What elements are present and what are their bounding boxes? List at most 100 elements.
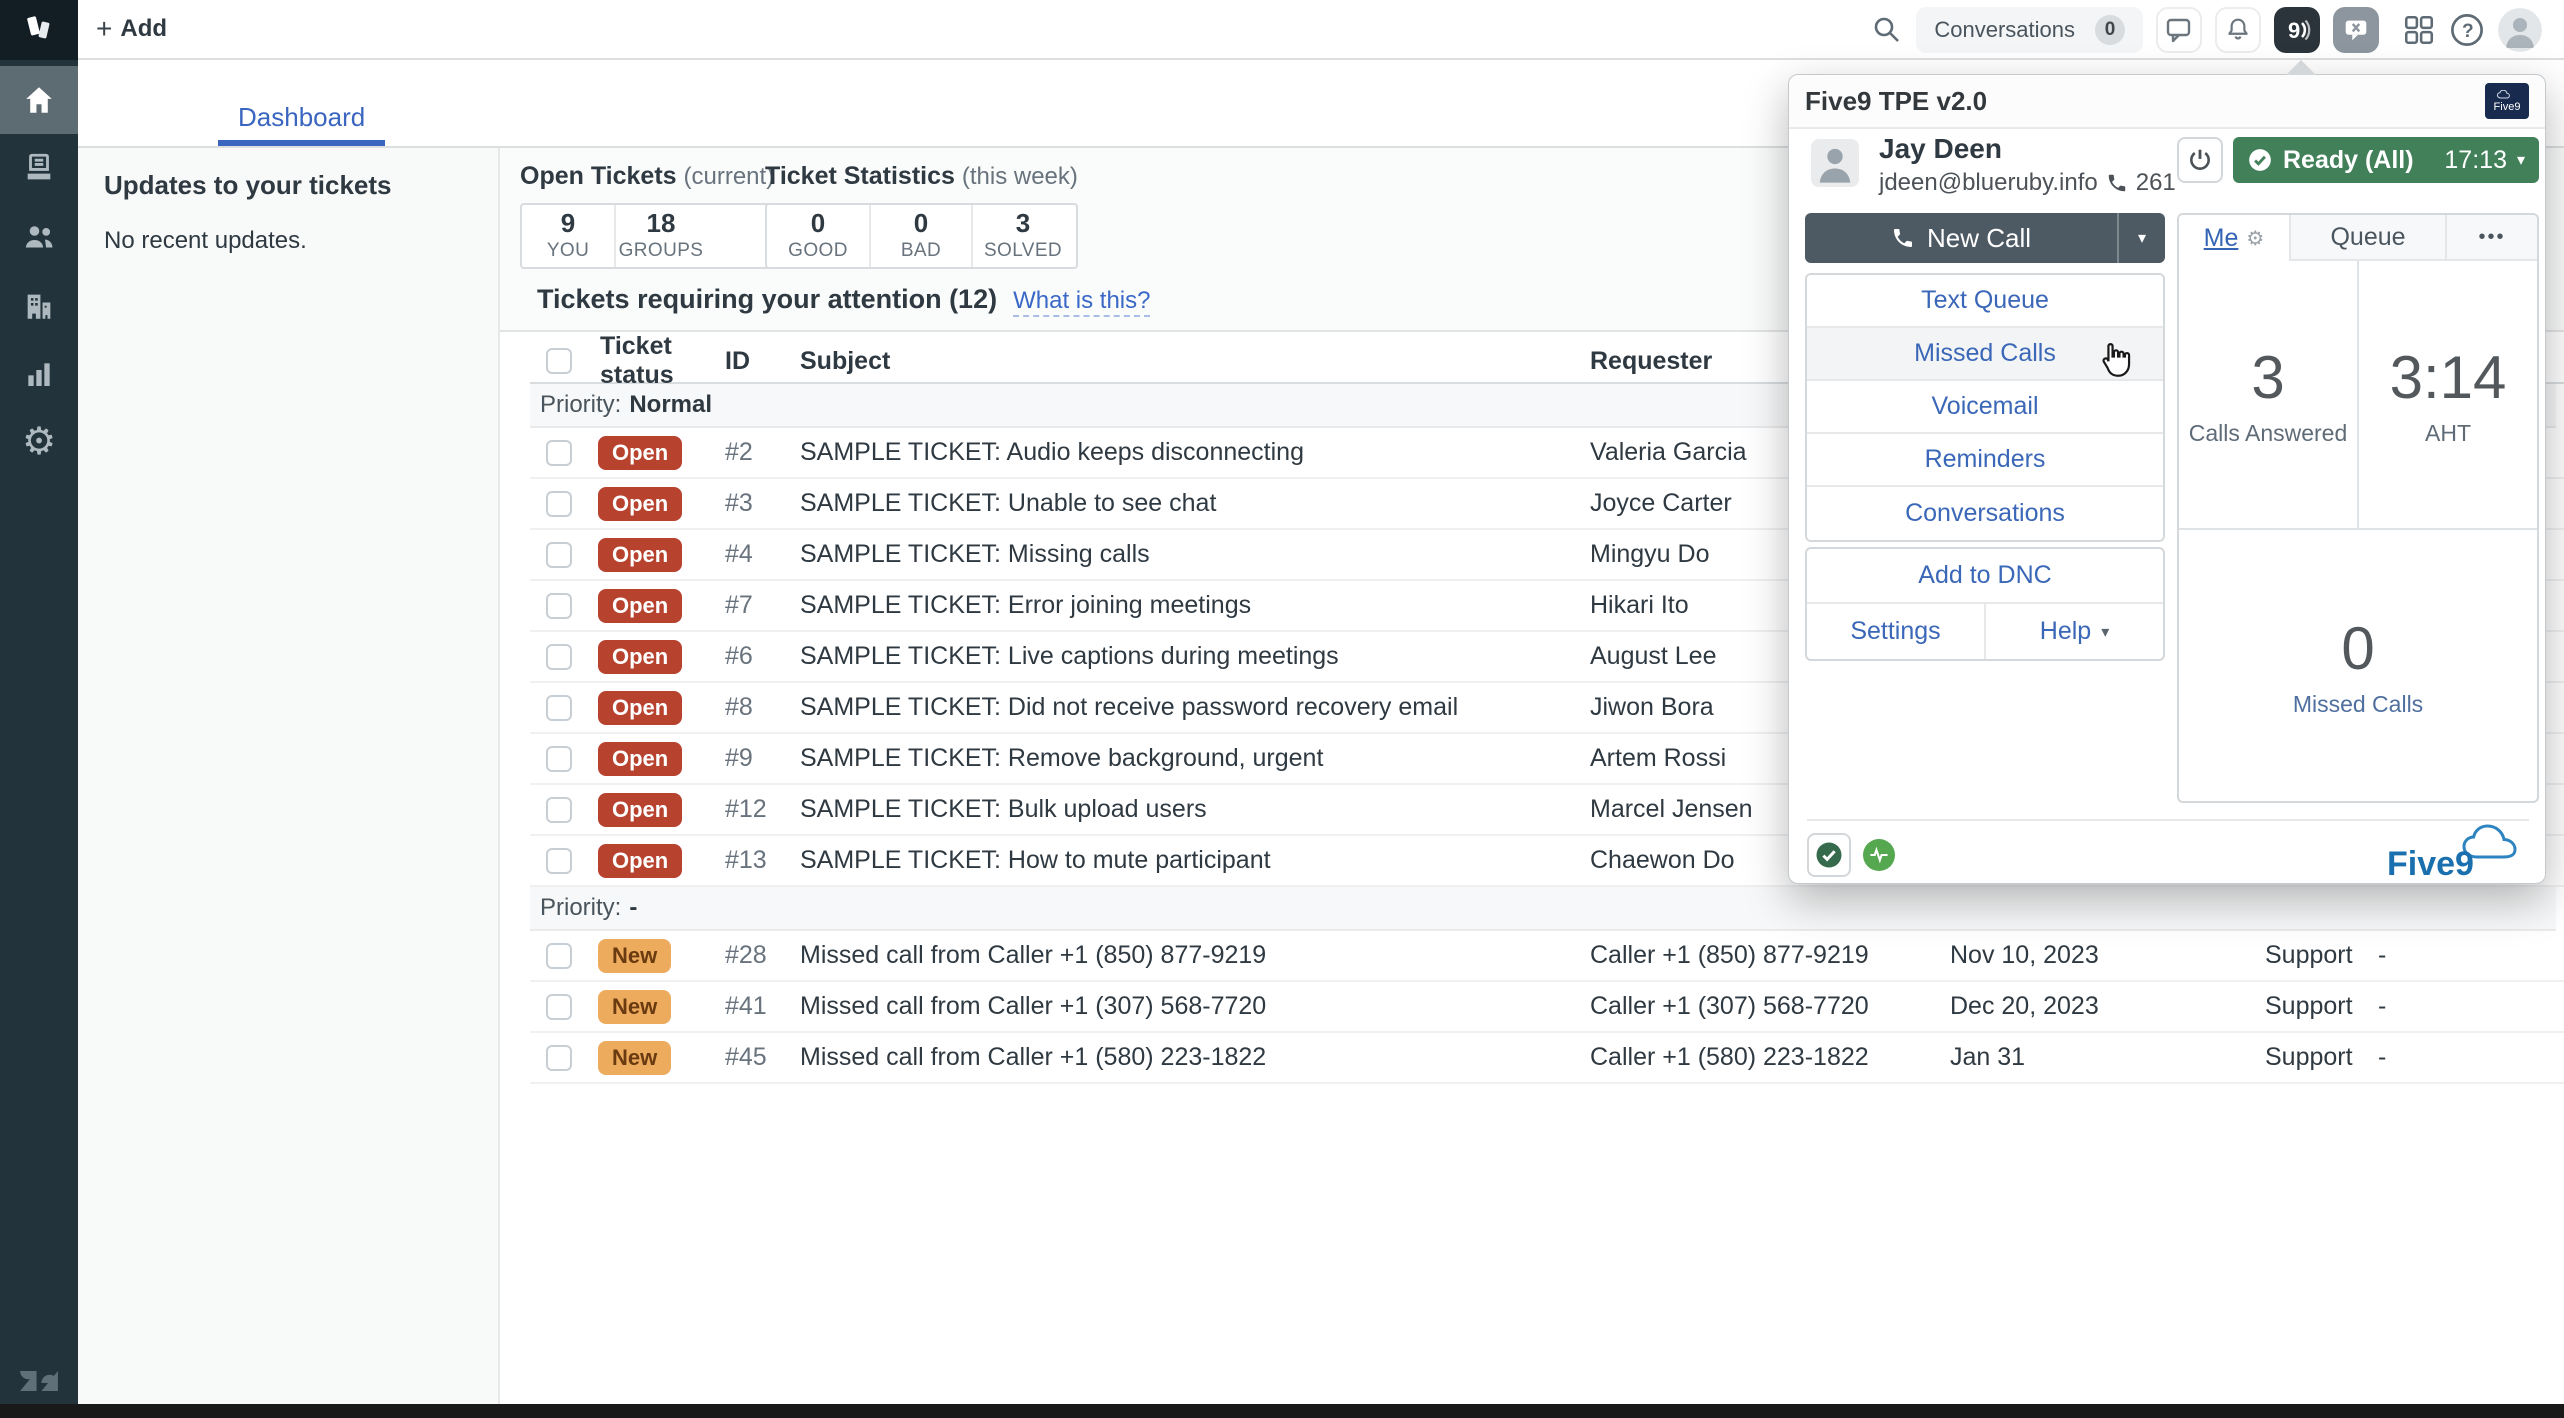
col-id[interactable]: ID [725, 347, 800, 376]
sidebar-item-admin[interactable]: ⚙ [0, 408, 78, 476]
add-button[interactable]: + Add [96, 13, 167, 45]
agent-email: jdeen@blueruby.info [1879, 169, 2098, 196]
chat-button[interactable] [2156, 7, 2202, 53]
five9-panel-title: Five9 TPE v2.0 [1805, 85, 1988, 116]
ticket-id: #12 [725, 795, 767, 823]
sidebar-item-home[interactable] [0, 66, 78, 134]
menu-item-conversations[interactable]: Conversations [1807, 487, 2163, 540]
stat-value: 9 [560, 207, 576, 238]
row-checkbox[interactable] [546, 439, 572, 466]
logout-power-button[interactable] [2177, 137, 2223, 183]
ticket-subject[interactable]: SAMPLE TICKET: Unable to see chat [800, 489, 1590, 518]
caret-down-icon: ▾ [2516, 152, 2525, 169]
new-call-dropdown-toggle[interactable]: ▾ [2117, 213, 2165, 263]
tab-me-label: Me [2203, 223, 2239, 252]
five9-icon: 9 [2288, 18, 2311, 43]
customers-icon [25, 226, 53, 248]
row-checkbox[interactable] [546, 942, 572, 969]
ticket-requester: Caller +1 (307) 568-7720 [1590, 992, 1869, 1020]
ticket-subject[interactable]: SAMPLE TICKET: Missing calls [800, 540, 1590, 569]
stat-cell-solved[interactable]: 3 SOLVED [971, 205, 1073, 267]
select-all-checkbox[interactable] [546, 348, 572, 374]
notifications-button[interactable] [2215, 7, 2261, 53]
five9-app-button[interactable]: 9 [2274, 7, 2320, 53]
svg-text:9: 9 [2288, 18, 2300, 43]
gear-icon[interactable]: ⚙ [2246, 226, 2264, 251]
help-button[interactable]: Help ▾ [1984, 604, 2163, 659]
messaging-unavailable-button[interactable] [2333, 7, 2379, 53]
row-checkbox[interactable] [546, 541, 572, 568]
tab-more[interactable]: ••• [2445, 215, 2537, 261]
table-row[interactable]: New #45 Missed call from Caller +1 (580)… [530, 1033, 2564, 1084]
user-avatar[interactable] [2498, 8, 2542, 52]
status-badge: Open [598, 537, 683, 572]
row-checkbox[interactable] [546, 993, 572, 1020]
ticket-requester: Caller +1 (850) 877-9219 [1590, 941, 1869, 969]
stat-cell-good[interactable]: 0 GOOD [767, 205, 869, 267]
row-checkbox[interactable] [546, 694, 572, 721]
views-icon [27, 153, 51, 180]
stat-label: BAD [900, 240, 942, 262]
ticket-subject[interactable]: SAMPLE TICKET: Did not receive password … [800, 693, 1590, 722]
conversations-pill[interactable]: Conversations 0 [1916, 7, 2143, 53]
connection-status-button[interactable] [1807, 833, 1851, 877]
row-checkbox[interactable] [546, 847, 572, 874]
menu-item-voicemail[interactable]: Voicemail [1807, 381, 2163, 434]
ticket-subject[interactable]: Missed call from Caller +1 (850) 877-921… [800, 941, 1590, 970]
row-checkbox[interactable] [546, 592, 572, 619]
agent-status-button[interactable]: Ready (All) 17:13 ▾ [2233, 137, 2539, 183]
ticket-subject[interactable]: SAMPLE TICKET: Live captions during meet… [800, 642, 1590, 671]
bell-icon [2228, 18, 2248, 40]
chat-x-icon [2345, 20, 2367, 41]
zendesk-product-logo-icon[interactable] [0, 0, 78, 60]
sidebar-item-reporting[interactable] [0, 340, 78, 408]
table-row[interactable]: New #41 Missed call from Caller +1 (307)… [530, 982, 2564, 1033]
ticket-group: Support [2265, 992, 2353, 1020]
tab-queue[interactable]: Queue [2289, 215, 2445, 261]
row-checkbox[interactable] [546, 745, 572, 772]
ticket-group: Support [2265, 1043, 2353, 1071]
ticket-subject[interactable]: SAMPLE TICKET: Remove background, urgent [800, 744, 1590, 773]
ticket-subject[interactable]: SAMPLE TICKET: Audio keeps disconnecting [800, 438, 1590, 467]
row-checkbox[interactable] [546, 796, 572, 823]
new-call-button[interactable]: New Call ▾ [1805, 213, 2165, 263]
add-to-dnc-button[interactable]: Add to DNC [1807, 549, 2163, 604]
ticket-subject[interactable]: Missed call from Caller +1 (307) 568-772… [800, 992, 1590, 1021]
updates-title: Updates to your tickets [104, 170, 392, 200]
ticket-subject[interactable]: SAMPLE TICKET: Bulk upload users [800, 795, 1590, 824]
ticket-requested: Jan 31 [1950, 1043, 2026, 1071]
tab-me[interactable]: Me ⚙ [2179, 215, 2289, 261]
help-icon[interactable]: ? [2449, 12, 2485, 48]
menu-item-missed-calls[interactable]: Missed Calls [1807, 328, 2163, 381]
table-row[interactable]: New #28 Missed call from Caller +1 (850)… [530, 931, 2564, 982]
settings-button[interactable]: Settings [1807, 604, 1984, 659]
stat-cell-bad[interactable]: 0 BAD [869, 205, 971, 267]
priority-value: Normal [629, 391, 713, 418]
product-tray-icon[interactable] [2402, 13, 2436, 47]
stat-cell-you[interactable]: 9 YOU [522, 205, 614, 267]
row-checkbox[interactable] [546, 643, 572, 670]
tab-dashboard[interactable]: Dashboard [218, 94, 386, 146]
stat-label: GOOD [788, 240, 848, 262]
phone-icon [2108, 174, 2125, 192]
health-pulse-icon[interactable] [1863, 839, 1895, 871]
avatar-person-icon [2498, 8, 2542, 52]
what-is-this-link[interactable]: What is this? [1013, 287, 1151, 317]
ticket-subject[interactable]: SAMPLE TICKET: Error joining meetings [800, 591, 1590, 620]
stat-label: SOLVED [983, 240, 1063, 262]
ticket-subject[interactable]: Missed call from Caller +1 (580) 223-182… [800, 1043, 1590, 1072]
sidebar-item-organizations[interactable] [0, 272, 78, 340]
sidebar-item-customers[interactable] [0, 203, 78, 271]
col-ticket-status[interactable]: Ticket status [590, 332, 725, 390]
search-icon[interactable] [1871, 14, 1903, 46]
col-subject[interactable]: Subject [800, 347, 1590, 376]
avatar-person-icon [1811, 139, 1859, 187]
attention-title: Tickets requiring your attention (12) [537, 284, 998, 314]
ticket-subject[interactable]: SAMPLE TICKET: How to mute participant [800, 846, 1590, 875]
sidebar-item-views[interactable] [0, 134, 78, 202]
row-checkbox[interactable] [546, 1044, 572, 1071]
stat-cell-groups[interactable]: 18 GROUPS [614, 205, 706, 267]
menu-item-reminders[interactable]: Reminders [1807, 434, 2163, 487]
menu-item-text-queue[interactable]: Text Queue [1807, 275, 2163, 328]
row-checkbox[interactable] [546, 490, 572, 517]
